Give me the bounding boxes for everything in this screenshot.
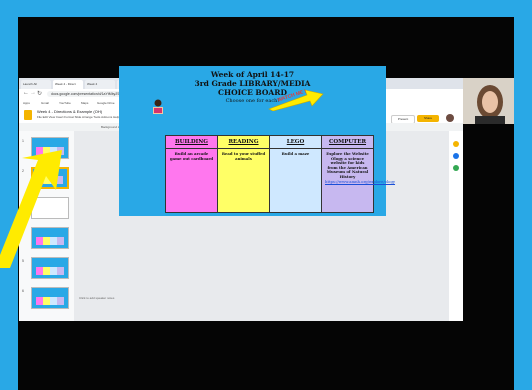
current-slide[interactable]: Week of April 14-17 3rd Grade LIBRARY/ME… [119,66,395,216]
bookmark[interactable]: YouTube [59,99,71,107]
column-body: Build a maze [281,151,310,156]
column-building: BUILDING Build an arcade game out cardbo… [165,135,218,213]
column-header: READING [218,136,269,149]
calendar-icon[interactable] [453,165,459,171]
slide-line-week: Week of April 14-17 [210,70,295,79]
column-body: Read to your stuffed animals [221,151,266,161]
webcam-feed [463,78,514,124]
column-body: Build an arcade game out cardboard [170,151,213,161]
tab[interactable]: Week 4 [85,80,115,89]
computer-text: Explore the Website Ology a science webs… [326,151,369,179]
column-header: BUILDING [166,136,217,149]
slide-line-grade: 3rd Grade LIBRARY/MEDIA [194,79,311,88]
slides-logo-icon[interactable] [24,110,32,120]
tab[interactable]: Launch All [21,80,51,89]
document-title[interactable]: Week 4 - Directions & Example (OH) [37,109,102,114]
presenter-avatar [463,78,514,124]
slide-thumbnail[interactable] [31,287,69,309]
ology-link[interactable]: https://www.amnh.org/explore/ology [325,179,395,184]
tab-active[interactable]: Week 4 - Direct [53,80,83,89]
bookmark[interactable]: Maps [81,99,88,107]
slide-number: 6 [22,289,24,293]
bookmark[interactable]: Gmail [41,99,49,107]
bookmark[interactable]: Google Drive [97,99,115,107]
column-computer: COMPUTER Explore the Website Ology a sci… [321,135,395,213]
share-button[interactable]: Share [417,115,439,122]
bookmark[interactable]: Apps [23,99,30,107]
child-reading-icon [153,99,163,114]
side-panel [449,131,463,321]
reload-icon[interactable]: ↻ [37,90,42,97]
column-header: COMPUTER [322,136,373,149]
account-avatar[interactable] [446,114,454,122]
speaker-notes[interactable]: Click to add speaker notes [79,296,114,300]
column-reading: READING Read to your stuffed animals [217,135,270,213]
yellow-pointer-arrow-icon [0,150,62,268]
back-icon[interactable]: ← [23,90,29,96]
tasks-icon[interactable] [453,153,459,159]
slide-line-choice-board: CHOICE BOARD [218,88,287,97]
keep-icon[interactable] [453,141,459,147]
choice-board: BUILDING Build an arcade game out cardbo… [165,135,395,213]
column-header: LEGO [270,136,321,149]
column-lego: LEGO Build a maze [269,135,322,213]
column-body: Explore the Website Ology a science webs… [322,149,395,187]
forward-icon[interactable]: → [30,90,36,96]
